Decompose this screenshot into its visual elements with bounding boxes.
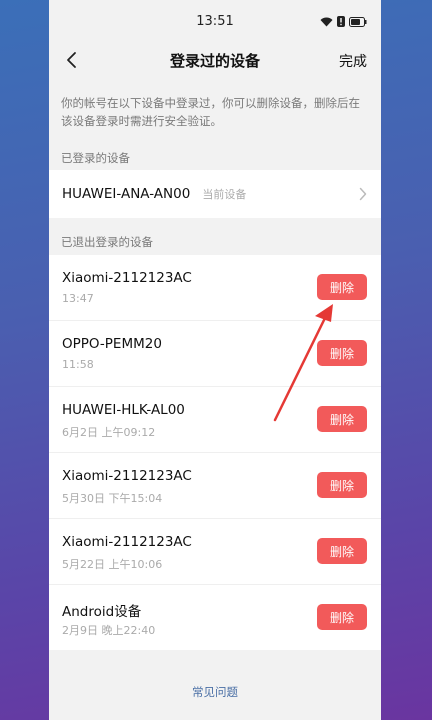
- section-label-logged-out: 已退出登录的设备: [61, 235, 153, 249]
- device-time: 2月9日 晚上22:40: [62, 624, 156, 637]
- page-title: 登录过的设备: [169, 52, 260, 70]
- nav-bar: 登录过的设备 完成: [49, 42, 381, 78]
- device-name: Android设备: [62, 604, 142, 620]
- battery-icon: [349, 16, 367, 27]
- delete-button[interactable]: 删除: [317, 274, 367, 300]
- device-time: 13:47: [62, 292, 94, 305]
- status-icons: [320, 16, 367, 27]
- delete-button[interactable]: 删除: [317, 604, 367, 630]
- phone-screen: 13:51 登录过的设备 完成 你的帐号在以下设备中登录过，你可以删除设备，删除…: [49, 0, 381, 720]
- device-row: Xiaomi-2112123AC 13:47 删除: [49, 255, 381, 321]
- device-row: Android设备 2月9日 晚上22:40 删除: [49, 585, 381, 650]
- current-device-tag: 当前设备: [202, 188, 247, 201]
- device-name: Xiaomi-2112123AC: [62, 270, 192, 286]
- current-device-row[interactable]: HUAWEI-ANA-AN00 当前设备: [49, 170, 381, 218]
- description-text: 你的帐号在以下设备中登录过，你可以删除设备，删除后在该设备登录时需进行安全验证。: [61, 96, 360, 128]
- status-bar: 13:51: [49, 0, 381, 42]
- done-button[interactable]: 完成: [339, 51, 367, 71]
- device-time: 5月22日 上午10:06: [62, 558, 163, 571]
- device-row: OPPO-PEMM20 11:58 删除: [49, 321, 381, 387]
- section-label-logged-in: 已登录的设备: [61, 151, 130, 165]
- alert-icon: [337, 16, 345, 27]
- faq-link[interactable]: 常见问题: [49, 684, 381, 700]
- current-device-name: HUAWEI-ANA-AN00: [62, 186, 191, 202]
- device-time: 6月2日 上午09:12: [62, 426, 156, 439]
- device-time: 11:58: [62, 358, 94, 371]
- device-row: HUAWEI-HLK-AL00 6月2日 上午09:12 删除: [49, 387, 381, 453]
- chevron-right-icon: [359, 187, 367, 201]
- delete-button[interactable]: 删除: [317, 340, 367, 366]
- device-name: OPPO-PEMM20: [62, 336, 162, 352]
- device-row: Xiaomi-2112123AC 5月30日 下午15:04 删除: [49, 453, 381, 519]
- device-name: Xiaomi-2112123AC: [62, 534, 192, 550]
- delete-button[interactable]: 删除: [317, 472, 367, 498]
- wifi-icon: [320, 17, 333, 26]
- logged-out-device-list: Xiaomi-2112123AC 13:47 删除 OPPO-PEMM20 11…: [49, 255, 381, 650]
- device-row: Xiaomi-2112123AC 5月22日 上午10:06 删除: [49, 519, 381, 585]
- device-name: Xiaomi-2112123AC: [62, 468, 192, 484]
- device-time: 5月30日 下午15:04: [62, 492, 163, 505]
- device-name: HUAWEI-HLK-AL00: [62, 402, 185, 418]
- delete-button[interactable]: 删除: [317, 406, 367, 432]
- delete-button[interactable]: 删除: [317, 538, 367, 564]
